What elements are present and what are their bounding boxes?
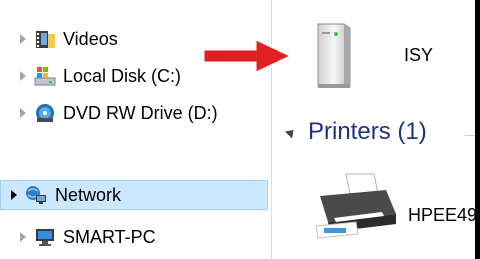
window-edge [475,0,480,259]
partial-nav-item [40,0,240,4]
expand-chevron-icon[interactable] [20,34,26,44]
group-header-label: Printers (1) [308,118,427,145]
printer-label: HPEE49 [408,205,478,225]
videos-folder-icon [36,31,55,48]
expand-chevron-icon[interactable] [20,108,26,118]
nav-item-label: SMART-PC [63,226,156,247]
red-arrow-icon [204,39,292,73]
computer-icon [36,229,54,246]
explorer-window: Videos Local Disk (C:) DVD RW Drive (D:)… [0,0,480,259]
expand-chevron-icon[interactable] [11,190,17,200]
local-disk-icon [34,67,56,86]
dvd-drive-icon [36,104,54,122]
collapse-icon[interactable] [284,125,298,139]
expand-chevron-icon[interactable] [20,232,26,242]
nav-item-label: Network [55,184,122,205]
printer-icon [315,173,396,239]
group-header-printers[interactable]: Printers (1) [284,118,427,146]
network-device-icon [317,23,351,88]
nav-item-label: Videos [63,28,118,49]
nav-item-label: DVD RW Drive (D:) [63,102,218,123]
expand-chevron-icon[interactable] [20,71,26,81]
partial-item-icon [40,0,260,4]
printer-tile[interactable]: HPEE49 [312,170,480,250]
nav-item-label: Local Disk (C:) [63,65,182,86]
device-label: ISY [404,45,434,65]
network-icon [26,186,46,204]
device-tile-isy[interactable]: ISY [312,20,472,100]
nav-item-dvd-drive[interactable]: DVD RW Drive (D:) [0,98,268,128]
nav-item-network[interactable]: Network [0,180,268,210]
content-pane: ISY Printers (1) HPEE49 [272,0,480,259]
nav-item-smart-pc[interactable]: SMART-PC [0,222,268,252]
